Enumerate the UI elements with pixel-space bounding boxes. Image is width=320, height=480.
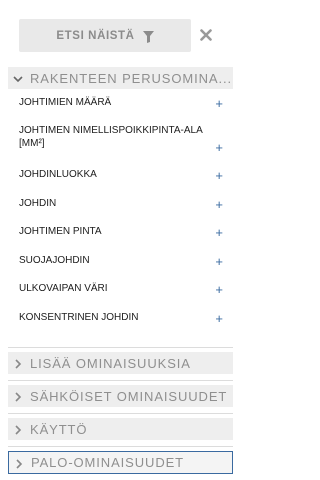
chevron-right-icon	[12, 357, 24, 369]
section-title: PALO-OMINAISUUDET	[31, 455, 185, 470]
filter-panel: { "filter_button": { "label": "ETSI NÄIS…	[0, 0, 266, 480]
property-label: JOHTIMIEN MÄÄRÄ	[19, 97, 112, 108]
property-label: ULKOVAIPAN VÄRI	[19, 283, 108, 294]
section-title: RAKENTEEN PERUSOMINA...	[30, 70, 233, 86]
property-label: JOHDIN	[19, 198, 57, 209]
filter-toolbar: ETSI NÄISTÄ	[19, 19, 229, 53]
property-label: JOHTIMEN PINTA	[19, 226, 102, 237]
property-row[interactable]: KONSENTRINEN JOHDIN +	[19, 311, 229, 325]
close-icon[interactable]	[197, 26, 215, 44]
funnel-icon	[142, 30, 154, 43]
section-header-perusominaisuudet[interactable]: RAKENTEEN PERUSOMINA...	[8, 67, 233, 89]
add-icon[interactable]: +	[215, 198, 223, 211]
property-label: KONSENTRINEN JOHDIN	[19, 312, 139, 323]
property-row[interactable]: ULKOVAIPAN VÄRI +	[19, 282, 229, 296]
property-row[interactable]: JOHTIMEN NIMELLISPOIKKIPINTA-ALA [MM²] +	[19, 124, 229, 154]
add-icon[interactable]: +	[215, 141, 223, 154]
add-icon[interactable]: +	[215, 255, 223, 268]
property-row[interactable]: JOHTIMIEN MÄÄRÄ +	[19, 96, 229, 110]
section-title: LISÄÄ OMINAISUUKSIA	[30, 355, 191, 371]
section-divider	[8, 380, 233, 381]
search-filter-button[interactable]: ETSI NÄISTÄ	[19, 19, 191, 52]
section-divider	[8, 413, 233, 414]
chevron-right-icon	[12, 390, 24, 402]
chevron-down-icon	[12, 72, 24, 84]
add-icon[interactable]: +	[215, 97, 223, 110]
chevron-right-icon	[12, 423, 24, 435]
section-header-kaytto[interactable]: KÄYTTÖ	[8, 418, 233, 440]
property-row[interactable]: SUOJAJOHDIN +	[19, 254, 229, 268]
property-label: JOHDINLUOKKA	[19, 169, 97, 180]
property-row[interactable]: JOHTIMEN PINTA +	[19, 225, 229, 239]
search-filter-label: ETSI NÄISTÄ	[56, 29, 135, 42]
section-header-lisaa-ominaisuuksia[interactable]: LISÄÄ OMINAISUUKSIA	[8, 352, 233, 374]
property-row[interactable]: JOHDIN +	[19, 197, 229, 211]
section-divider	[8, 446, 233, 447]
section-title: KÄYTTÖ	[30, 421, 88, 437]
property-label: SUOJAJOHDIN	[19, 255, 90, 266]
property-label: JOHTIMEN NIMELLISPOIKKIPINTA-ALA [MM²]	[19, 125, 203, 149]
section-title: SÄHKÖISET OMINAISUUDET	[30, 388, 228, 404]
property-row[interactable]: JOHDINLUOKKA +	[19, 168, 229, 182]
chevron-right-icon	[13, 457, 25, 469]
section-divider	[8, 347, 233, 348]
section-header-sahkoiset-ominaisuudet[interactable]: SÄHKÖISET OMINAISUUDET	[8, 385, 233, 407]
add-icon[interactable]: +	[215, 169, 223, 182]
section-header-palo-ominaisuudet[interactable]: PALO-OMINAISUUDET	[8, 451, 233, 474]
add-icon[interactable]: +	[215, 283, 223, 296]
add-icon[interactable]: +	[215, 226, 223, 239]
add-icon[interactable]: +	[215, 312, 223, 325]
